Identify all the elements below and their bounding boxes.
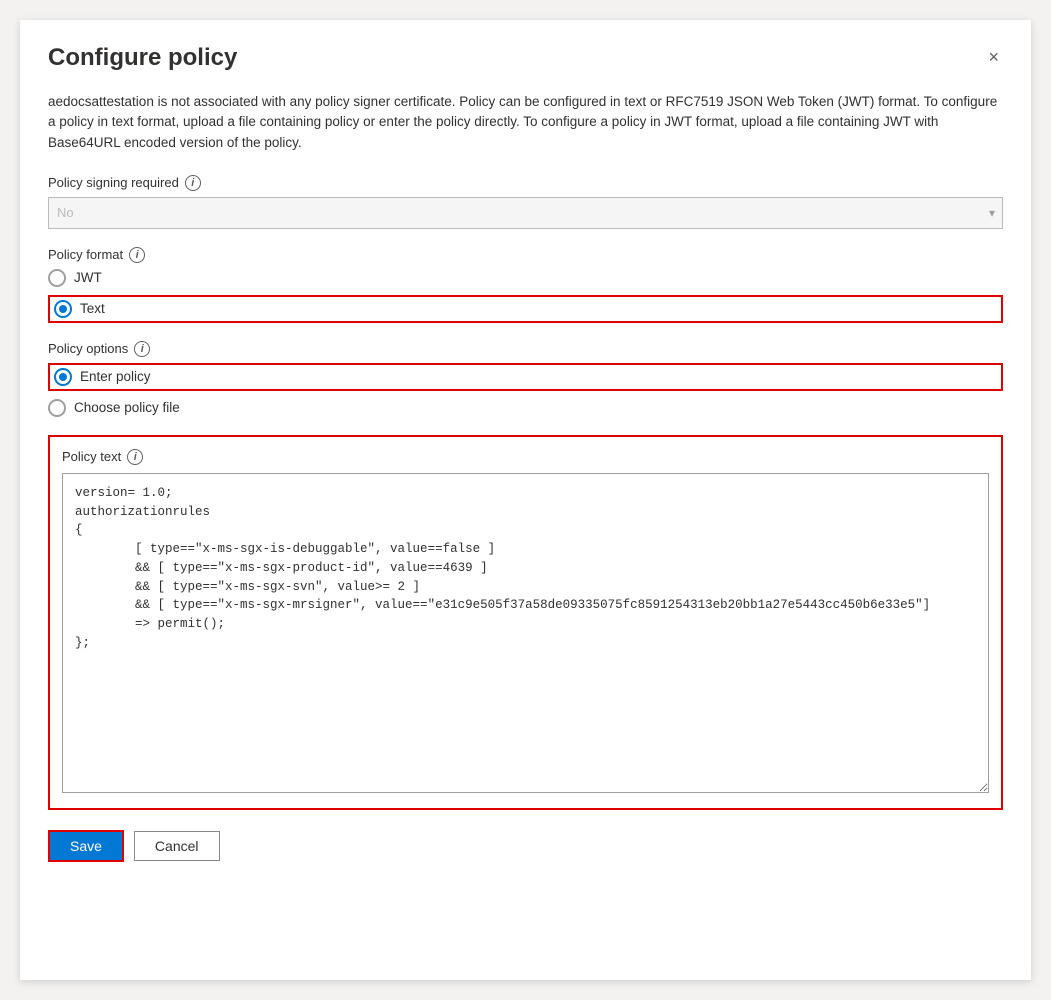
policy-options-file-radio[interactable] <box>48 399 66 417</box>
policy-format-jwt-radio[interactable] <box>48 269 66 287</box>
policy-options-file-label[interactable]: Choose policy file <box>74 400 180 415</box>
cancel-button[interactable]: Cancel <box>134 831 220 861</box>
policy-format-jwt-option[interactable]: JWT <box>48 269 1003 287</box>
policy-options-enter-radio[interactable] <box>54 368 72 386</box>
policy-options-enter-option[interactable]: Enter policy <box>48 363 1003 391</box>
policy-text-info-icon[interactable]: i <box>127 449 143 465</box>
policy-options-enter-label[interactable]: Enter policy <box>80 369 151 384</box>
dialog-title: Configure policy <box>48 44 237 72</box>
policy-options-radio-group: Enter policy Choose policy file <box>48 363 1003 417</box>
dialog-header: Configure policy × <box>48 44 1003 72</box>
policy-text-textarea[interactable] <box>62 473 989 793</box>
policy-text-label: Policy text i <box>62 449 989 465</box>
policy-format-label: Policy format i <box>48 247 1003 263</box>
save-button[interactable]: Save <box>48 830 124 862</box>
policy-options-section: Policy options i Enter policy Choose pol… <box>48 341 1003 417</box>
policy-signing-section: Policy signing required i No <box>48 175 1003 229</box>
policy-format-text-option[interactable]: Text <box>48 295 1003 323</box>
policy-format-jwt-label[interactable]: JWT <box>74 270 102 285</box>
policy-format-info-icon[interactable]: i <box>129 247 145 263</box>
policy-options-label: Policy options i <box>48 341 1003 357</box>
policy-options-info-icon[interactable]: i <box>134 341 150 357</box>
policy-format-text-label[interactable]: Text <box>80 301 105 316</box>
policy-format-text-radio[interactable] <box>54 300 72 318</box>
policy-format-section: Policy format i JWT Text <box>48 247 1003 323</box>
close-button[interactable]: × <box>984 44 1003 70</box>
button-row: Save Cancel <box>48 830 1003 862</box>
policy-signing-select[interactable]: No <box>48 197 1003 229</box>
policy-signing-label: Policy signing required i <box>48 175 1003 191</box>
policy-options-file-option[interactable]: Choose policy file <box>48 399 1003 417</box>
configure-policy-dialog: Configure policy × aedocsattestation is … <box>20 20 1031 980</box>
policy-format-radio-group: JWT Text <box>48 269 1003 323</box>
policy-text-section: Policy text i <box>48 435 1003 810</box>
policy-signing-select-wrapper: No <box>48 197 1003 229</box>
description-text: aedocsattestation is not associated with… <box>48 92 1003 153</box>
policy-signing-info-icon[interactable]: i <box>185 175 201 191</box>
